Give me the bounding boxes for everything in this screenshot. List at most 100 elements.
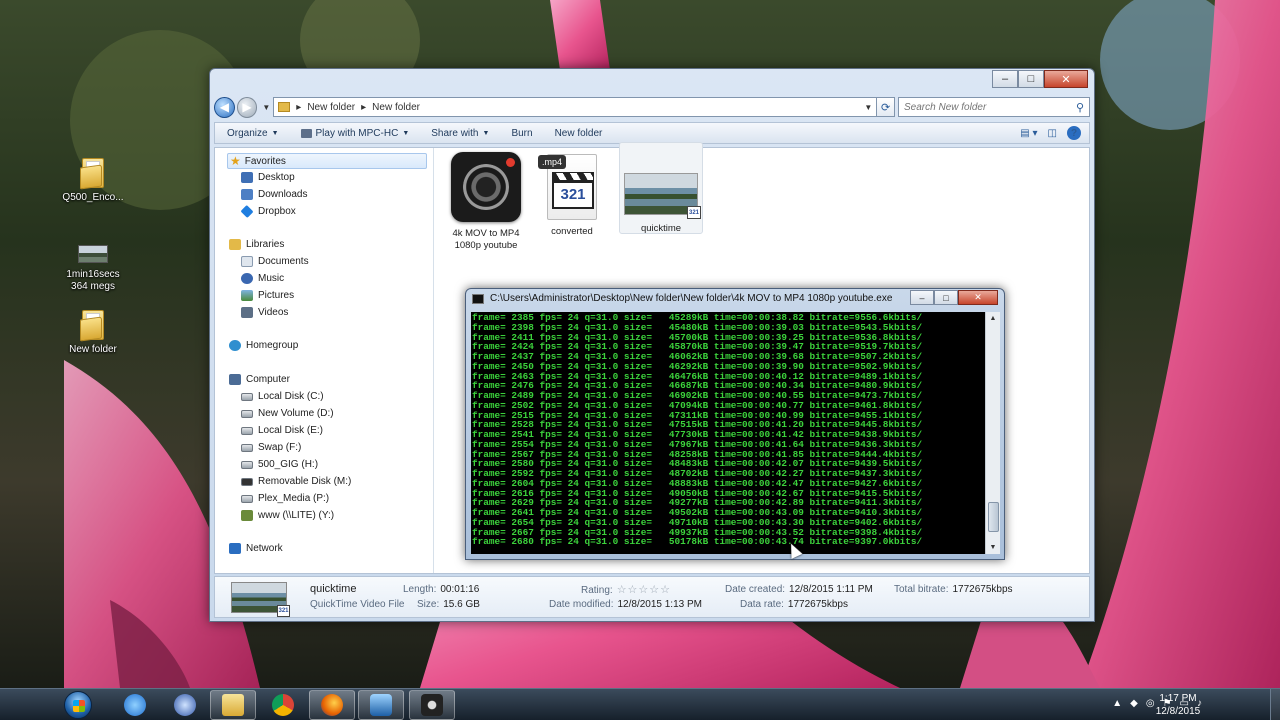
new-folder-button[interactable]: New folder xyxy=(555,128,603,139)
show-desktop-button[interactable] xyxy=(1270,689,1280,720)
close-button[interactable]: ✕ xyxy=(1044,70,1088,88)
nav-desktop[interactable]: Desktop xyxy=(241,172,295,183)
maximize-button[interactable]: □ xyxy=(1018,70,1044,88)
nav-label: Videos xyxy=(258,307,289,318)
console-scrollbar[interactable]: ▲ ▼ xyxy=(985,312,1000,554)
nav-downloads[interactable]: Downloads xyxy=(241,189,307,200)
nav-drive-c[interactable]: Local Disk (C:) xyxy=(241,391,324,402)
desktop-icon-label: Q500_Enco... xyxy=(62,192,124,203)
console-minimize-button[interactable]: – xyxy=(910,290,934,305)
scroll-up-icon[interactable]: ▲ xyxy=(986,312,1000,325)
breadcrumb-item[interactable]: New folder xyxy=(372,102,420,113)
computer-icon xyxy=(229,374,241,385)
nav-label: Pictures xyxy=(258,290,295,301)
nav-network[interactable]: Network xyxy=(229,543,283,554)
taskbar-camera-app[interactable] xyxy=(409,690,455,720)
play-with-button[interactable]: Play with MPC-HC ▼ xyxy=(300,127,409,139)
nav-drive-e[interactable]: Local Disk (E:) xyxy=(241,425,323,436)
nav-drive-f[interactable]: Swap (F:) xyxy=(241,442,301,453)
scroll-thumb[interactable] xyxy=(988,502,999,532)
network-icon xyxy=(229,543,241,554)
details-pane: 321 quicktime QuickTime Video File Lengt… xyxy=(214,576,1090,618)
desktop-icon-q500-folder[interactable]: Q500_Enco... xyxy=(55,158,131,204)
nav-label: Documents xyxy=(258,256,309,267)
file-name: converted xyxy=(551,226,593,237)
desktop-icon-video[interactable]: 1min16secs 364 megs xyxy=(55,245,131,293)
file-item-converted[interactable]: .mp4 321 converted xyxy=(530,150,614,238)
nav-label: Plex_Media (P:) xyxy=(258,493,330,504)
nav-label: Swap (F:) xyxy=(258,442,302,453)
recent-pages-dropdown[interactable]: ▼ xyxy=(262,103,270,112)
nav-drive-y[interactable]: www (\\LITE) (Y:) xyxy=(241,510,334,521)
command-label: New folder xyxy=(554,127,603,139)
file-item-exe[interactable]: 4k MOV to MP4 1080p youtube xyxy=(444,150,528,252)
media-player-icon xyxy=(370,694,392,716)
help-icon[interactable]: ? xyxy=(1067,126,1081,140)
nav-pictures[interactable]: Pictures xyxy=(241,290,294,301)
nav-label: Local Disk (C:) xyxy=(258,391,324,402)
nav-drive-h[interactable]: 500_GIG (H:) xyxy=(241,459,318,470)
dropbox-icon xyxy=(240,204,254,219)
back-button[interactable]: ◀ xyxy=(214,96,235,118)
burn-button[interactable]: Burn xyxy=(511,128,532,139)
search-icon[interactable]: ⚲ xyxy=(1076,101,1084,114)
minimize-button[interactable]: – xyxy=(992,70,1018,88)
nav-libraries[interactable]: Libraries xyxy=(229,239,284,250)
address-dropdown-icon[interactable]: ▼ xyxy=(860,103,876,112)
console-maximize-button[interactable]: □ xyxy=(934,290,958,305)
search-input[interactable] xyxy=(904,101,1065,113)
refresh-button[interactable]: ⟳ xyxy=(877,97,896,117)
camera-app-icon xyxy=(451,152,521,222)
breadcrumb-separator: ▸ xyxy=(361,101,367,113)
console-icon xyxy=(472,293,484,304)
taskbar-internet-explorer[interactable] xyxy=(112,690,158,720)
folder-icon xyxy=(278,102,291,112)
taskbar-file-explorer[interactable] xyxy=(210,690,256,720)
drive-icon xyxy=(241,494,253,503)
tray-app-icon[interactable]: ◆ xyxy=(1130,698,1138,709)
desktop-icon-new-folder[interactable]: New folder xyxy=(55,310,131,356)
nav-drive-m[interactable]: Removable Disk (M:) xyxy=(241,476,351,487)
taskbar-firefox[interactable] xyxy=(309,690,355,720)
forward-button[interactable]: ▶ xyxy=(236,96,258,118)
scroll-down-icon[interactable]: ▼ xyxy=(986,541,1000,554)
organize-button[interactable]: Organize ▼ xyxy=(227,128,279,139)
change-view-icon[interactable]: ▤ ▾ xyxy=(1020,128,1037,139)
details-rating[interactable]: Rating: ☆☆☆☆☆ xyxy=(581,583,671,596)
command-label: Share with xyxy=(431,127,479,139)
nav-dropbox[interactable]: Dropbox xyxy=(240,204,296,219)
nav-videos[interactable]: Videos xyxy=(241,307,288,318)
address-bar[interactable]: ▸ New folder ▸ New folder ▼ xyxy=(273,97,878,117)
console-output[interactable]: frame= 2385 fps= 24 q=31.0 size= 45289kB… xyxy=(471,312,985,554)
preview-pane-icon[interactable]: ◫ xyxy=(1048,128,1057,139)
drive-icon xyxy=(241,426,253,435)
file-extension-badge: .mp4 xyxy=(538,155,567,169)
console-window: C:\Users\Administrator\Desktop\New folde… xyxy=(465,288,1005,560)
command-label: Play with MPC-HC xyxy=(315,127,399,139)
console-close-button[interactable]: ✕ xyxy=(958,290,998,305)
nav-label: Dropbox xyxy=(258,206,296,217)
file-name: quicktime xyxy=(640,223,682,234)
share-with-button[interactable]: Share with ▼ xyxy=(431,128,489,139)
clock[interactable]: 1:17 PM 12/8/2015 xyxy=(1148,692,1208,718)
start-button[interactable] xyxy=(64,691,92,719)
nav-drive-d[interactable]: New Volume (D:) xyxy=(241,408,334,419)
console-title-text: C:\Users\Administrator\Desktop\New folde… xyxy=(490,293,893,304)
nav-label: Favorites xyxy=(244,155,286,167)
nav-drive-p[interactable]: Plex_Media (P:) xyxy=(241,493,329,504)
clock-date: 12/8/2015 xyxy=(1155,706,1201,717)
show-hidden-icons-icon[interactable]: ▲ xyxy=(1112,698,1122,709)
file-item-quicktime[interactable]: 321 quicktime xyxy=(619,142,703,234)
taskbar-thunderbird[interactable] xyxy=(162,690,208,720)
nav-favorites[interactable]: ★ Favorites xyxy=(227,153,427,169)
nav-documents[interactable]: Documents xyxy=(241,256,309,267)
breadcrumb-item[interactable]: New folder xyxy=(307,102,355,113)
nav-homegroup[interactable]: Homegroup xyxy=(229,340,298,351)
desktop-icon-label: 1min16secs 364 megs xyxy=(66,269,120,292)
nav-computer[interactable]: Computer xyxy=(229,374,290,385)
taskbar-chrome[interactable] xyxy=(260,690,306,720)
details-date-modified: Date modified: 12/8/2015 1:13 PM xyxy=(549,599,702,610)
taskbar-media-player[interactable] xyxy=(358,690,404,720)
nav-label: www (\\LITE) (Y:) xyxy=(258,510,335,521)
nav-music[interactable]: Music xyxy=(241,273,284,284)
